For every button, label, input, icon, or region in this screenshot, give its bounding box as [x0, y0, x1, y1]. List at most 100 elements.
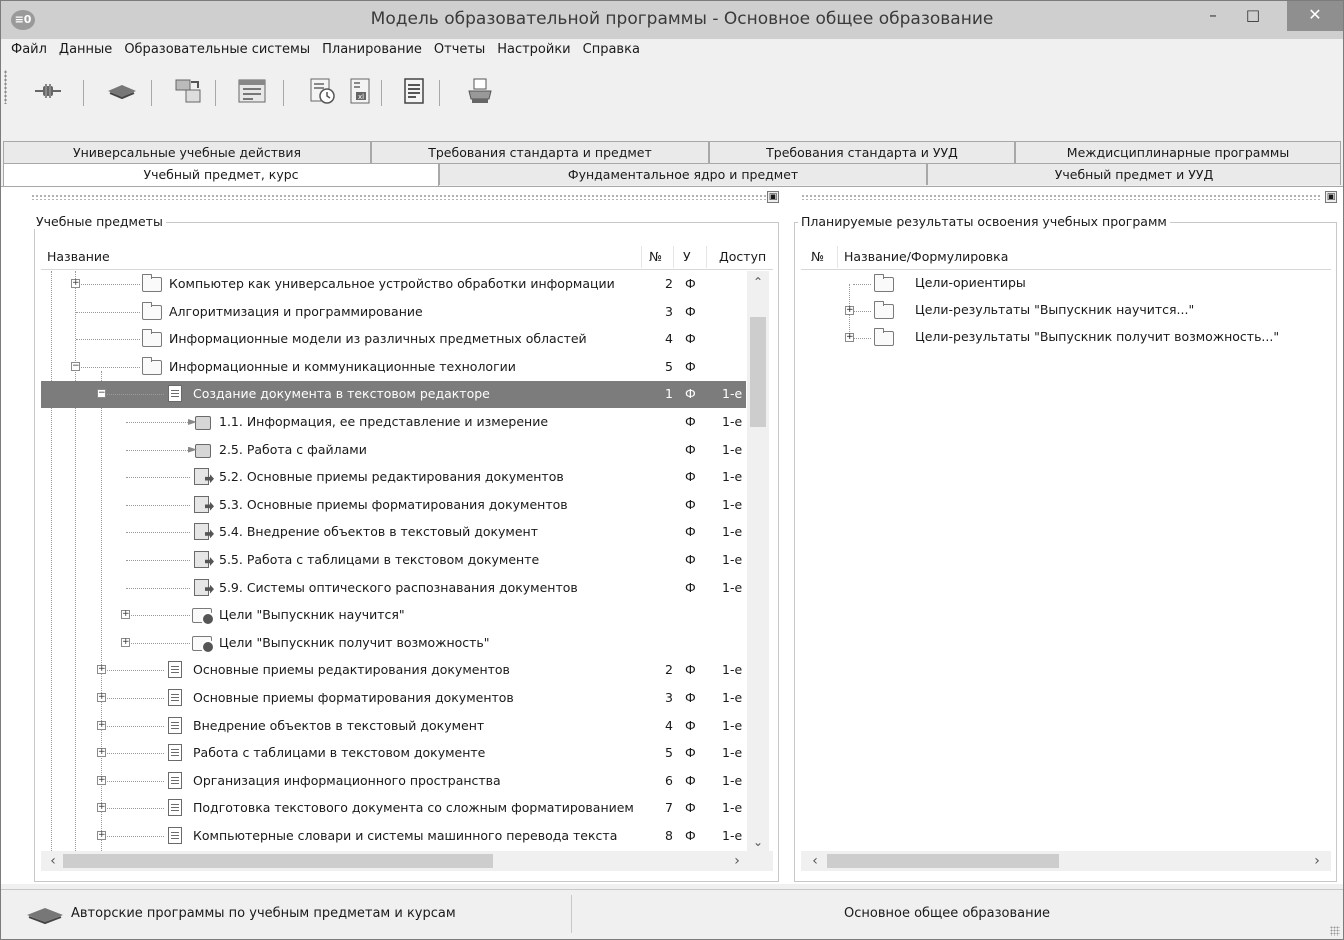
- expand-icon[interactable]: +: [97, 831, 106, 840]
- connect-icon[interactable]: [31, 76, 65, 106]
- menu-reports[interactable]: Отчеты: [428, 39, 491, 61]
- tree-row[interactable]: 5.9. Системы оптического распознавания д…: [41, 575, 746, 602]
- tree-row[interactable]: Информационные модели из различных предм…: [41, 326, 746, 353]
- tab-universal-actions[interactable]: Универсальные учебные действия: [3, 141, 371, 163]
- scroll-up-icon[interactable]: ⌃: [747, 273, 769, 291]
- tree-row[interactable]: + Цели "Выпускник получит возможность": [41, 630, 746, 657]
- collapse-icon[interactable]: ▣: [1325, 191, 1337, 203]
- column-u-header[interactable]: У: [683, 249, 691, 264]
- collapse-icon[interactable]: −: [71, 361, 80, 371]
- tree-row-label: 2.5. Работа с файлами: [219, 441, 367, 457]
- expand-icon[interactable]: +: [121, 637, 130, 647]
- tab-subject-uud[interactable]: Учебный предмет и УУД: [927, 163, 1341, 185]
- results-horizontal-scrollbar[interactable]: ‹ ›: [801, 851, 1331, 871]
- collapse-icon[interactable]: −: [97, 389, 106, 399]
- column-name-header[interactable]: Название: [47, 249, 110, 264]
- column-access-header[interactable]: Доступ: [719, 249, 766, 264]
- tab-core-subject[interactable]: Фундаментальное ядро и предмет: [439, 163, 927, 185]
- splitter-grip[interactable]: [801, 194, 1321, 200]
- books-icon[interactable]: [105, 76, 139, 106]
- result-row[interactable]: Цели-ориентиры: [801, 271, 1331, 298]
- tab-subject-course[interactable]: Учебный предмет, курс: [3, 163, 439, 187]
- tree-row[interactable]: − Создание документа в текстовом редактор…: [41, 381, 746, 409]
- scrollbar-thumb[interactable]: [750, 317, 766, 427]
- tree-row[interactable]: Алгоритмизация и программирование 3 Ф: [41, 299, 746, 326]
- scroll-right-icon[interactable]: ›: [1307, 851, 1327, 871]
- menu-planning[interactable]: Планирование: [316, 39, 428, 61]
- subjects-vertical-scrollbar[interactable]: ⌃ ⌄: [747, 271, 769, 851]
- menu-bar: Файл Данные Образовательные системы План…: [1, 39, 1343, 61]
- expand-icon[interactable]: +: [71, 279, 80, 288]
- tree-row[interactable]: + Организация информационного пространств…: [41, 768, 746, 795]
- menu-file[interactable]: Файл: [5, 39, 53, 61]
- close-icon[interactable]: ✕: [1287, 1, 1343, 31]
- tree-row[interactable]: 2.5. Работа с файлами Ф 1-е: [41, 437, 746, 464]
- column-separator[interactable]: [641, 246, 642, 268]
- tab-standard-uud[interactable]: Требования стандарта и УУД: [709, 141, 1015, 163]
- maximize-icon[interactable]: □: [1233, 1, 1273, 31]
- menu-data[interactable]: Данные: [53, 39, 118, 61]
- splitter-grip[interactable]: [31, 194, 766, 200]
- tree-row[interactable]: + Внедрение объектов в текстовый документ…: [41, 713, 746, 740]
- transfer-icon[interactable]: [171, 76, 205, 106]
- tree-row[interactable]: + Работа с таблицами в текстовом документ…: [41, 740, 746, 767]
- scroll-left-icon[interactable]: ‹: [805, 851, 825, 871]
- tree-row[interactable]: 5.2. Основные приемы редактирования доку…: [41, 464, 746, 491]
- tab-interdisciplinary[interactable]: Междисциплинарные программы: [1015, 141, 1341, 163]
- expand-icon[interactable]: +: [97, 748, 106, 758]
- title-bar[interactable]: ≡0 Модель образовательной программы - Ос…: [1, 1, 1343, 39]
- collapse-icon[interactable]: ▣: [767, 191, 779, 203]
- column-num-header[interactable]: №: [811, 249, 824, 264]
- minimize-icon[interactable]: –: [1193, 1, 1233, 31]
- expand-icon[interactable]: +: [97, 665, 106, 675]
- tree-row-number: 2: [665, 276, 673, 291]
- tree-connector: [102, 780, 164, 782]
- tree-connector: [853, 284, 871, 285]
- expand-icon[interactable]: +: [845, 306, 854, 315]
- expand-icon[interactable]: +: [845, 333, 854, 342]
- resize-grip-icon[interactable]: [1330, 926, 1340, 936]
- scrollbar-thumb[interactable]: [827, 854, 1059, 868]
- tree-row[interactable]: + Цели "Выпускник научится": [41, 602, 746, 629]
- column-name-header[interactable]: Название/Формулировка: [844, 249, 1008, 264]
- expand-icon[interactable]: +: [97, 803, 106, 813]
- list-form-icon[interactable]: [235, 76, 269, 106]
- tree-row[interactable]: 1.1. Информация, ее представление и изме…: [41, 409, 746, 436]
- column-num-header[interactable]: №: [649, 249, 662, 264]
- excel-export-icon[interactable]: xl: [343, 76, 377, 106]
- report-clock-icon[interactable]: [305, 76, 339, 106]
- tree-row[interactable]: + Компьютерные словари и системы машинног…: [41, 823, 746, 850]
- tab-standard-subject[interactable]: Требования стандарта и предмет: [371, 141, 709, 163]
- tree-row[interactable]: + Основные приемы форматирования документ…: [41, 685, 746, 712]
- scroll-left-icon[interactable]: ‹: [43, 851, 63, 871]
- tree-row[interactable]: 5.5. Работа с таблицами в текстовом доку…: [41, 547, 746, 574]
- tree-row[interactable]: 5.3. Основные приемы форматирования доку…: [41, 492, 746, 519]
- subjects-horizontal-scrollbar[interactable]: ‹ ›: [41, 851, 773, 871]
- tree-row[interactable]: + Основные приемы редактирования документ…: [41, 657, 746, 684]
- menu-help[interactable]: Справка: [577, 39, 646, 61]
- scroll-down-icon[interactable]: ⌄: [747, 833, 769, 851]
- scrollbar-thumb[interactable]: [63, 854, 493, 868]
- printer-icon[interactable]: [463, 76, 497, 106]
- toolbar-grip[interactable]: [4, 70, 7, 104]
- column-separator[interactable]: [706, 246, 707, 268]
- scroll-right-icon[interactable]: ›: [727, 851, 747, 871]
- expand-icon[interactable]: +: [97, 720, 106, 730]
- expand-icon[interactable]: +: [121, 610, 130, 620]
- tree-connector: [126, 587, 190, 589]
- text-document-icon[interactable]: [397, 76, 431, 106]
- status-author-programs[interactable]: Авторские программы по учебным предметам…: [71, 906, 456, 921]
- tree-row[interactable]: + Подготовка текстового документа со слож…: [41, 795, 746, 822]
- result-row[interactable]: + Цели-результаты "Выпускник научится...": [801, 298, 1331, 325]
- menu-edu-systems[interactable]: Образовательные системы: [118, 39, 316, 61]
- column-separator[interactable]: [673, 246, 674, 268]
- tree-row[interactable]: 5.4. Внедрение объектов в текстовый доку…: [41, 519, 746, 546]
- tree-row[interactable]: + Компьютер как универсальное устройство …: [41, 271, 746, 298]
- tree-row[interactable]: − Информационные и коммуникационные техно…: [41, 354, 746, 381]
- menu-settings[interactable]: Настройки: [491, 39, 576, 61]
- expand-icon[interactable]: +: [97, 775, 106, 785]
- result-row[interactable]: + Цели-результаты "Выпускник получит возм…: [801, 325, 1331, 352]
- tree-connector: [126, 477, 190, 479]
- expand-icon[interactable]: +: [97, 693, 106, 702]
- column-separator[interactable]: [837, 246, 838, 268]
